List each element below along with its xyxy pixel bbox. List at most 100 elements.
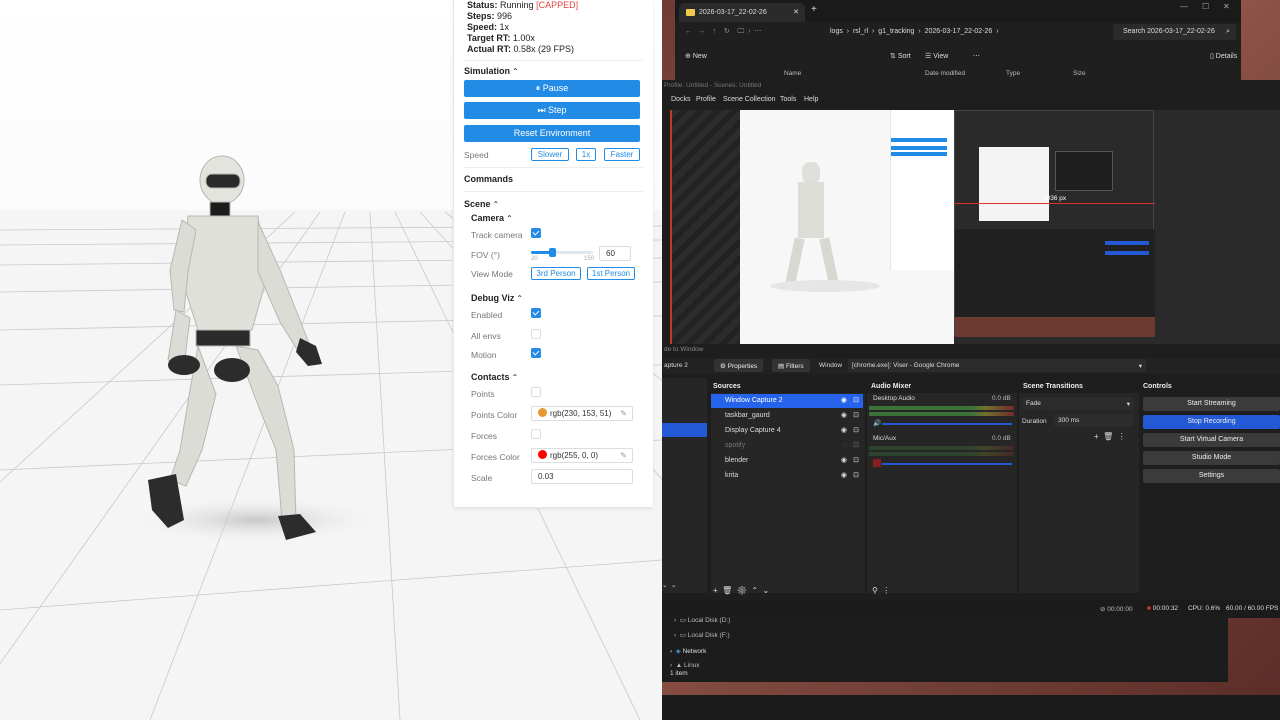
first-person-button[interactable]: 1st Person (587, 267, 635, 280)
source-item[interactable]: Display Capture 4 ◉ ⊡ (711, 424, 863, 438)
enabled-label: Enabled (471, 310, 503, 320)
camera-header[interactable]: Camera ⌃ (471, 213, 513, 223)
file-explorer-window: 2026-03-17_22-02-26 ✕ + — ☐ ✕ ← → ↑ ↻ 🖵 … (675, 0, 1241, 82)
pencil-icon: ✎ (620, 409, 627, 418)
scene-item-selected[interactable] (662, 423, 707, 437)
new-tab-icon[interactable]: + (811, 4, 817, 15)
menu-docks[interactable]: Docks (671, 93, 690, 107)
track-camera-checkbox[interactable] (531, 228, 541, 238)
col-name[interactable]: Name (784, 70, 801, 77)
settings-button[interactable]: Settings (1143, 469, 1280, 483)
source-item[interactable]: Window Capture 2 ◉ ⊡ (711, 394, 863, 408)
col-date-modified[interactable]: Date modified (925, 70, 965, 77)
nav-linux[interactable]: › ▲ Linux (670, 662, 700, 669)
mic-volume-slider[interactable] (882, 463, 1012, 465)
source-item[interactable]: spotify ◌ ⊡ (711, 439, 863, 453)
third-person-button[interactable]: 3rd Person (531, 267, 581, 280)
source-item[interactable]: blender ◉ ⊡ (711, 454, 863, 468)
lock-icon[interactable]: ⊡ (853, 394, 859, 408)
obs-preview[interactable]: 1036 px (670, 110, 1280, 344)
forces-checkbox[interactable] (531, 429, 541, 439)
motion-checkbox[interactable] (531, 348, 541, 358)
sources-toolbar[interactable]: + 🗑 ⚙ ⌃ ⌄ (713, 586, 769, 595)
view-button[interactable]: ☰ View (925, 47, 948, 67)
lock-icon[interactable]: ⊡ (853, 454, 859, 468)
menu-scene-collection[interactable]: Scene Collection (723, 93, 776, 107)
lock-icon[interactable]: ⊡ (853, 424, 859, 438)
nav-local-disk-d[interactable]: › ▭ Local Disk (D:) (674, 616, 730, 624)
maximize-icon[interactable]: ☐ (1202, 2, 1209, 11)
speaker-icon[interactable]: 🔊 (873, 419, 881, 427)
pause-button[interactable]: ⏸ Pause (464, 80, 640, 97)
lock-icon[interactable]: ⊡ (853, 439, 859, 453)
recording-timer: ■ 00:00:32 (1147, 605, 1179, 612)
fov-slider[interactable] (531, 248, 593, 257)
menu-help[interactable]: Help (804, 93, 818, 107)
menu-tools[interactable]: Tools (780, 93, 796, 107)
col-type[interactable]: Type (1006, 70, 1020, 77)
explorer-search-input[interactable]: Search 2026-03-17_22-02-26 ⌕ (1113, 24, 1236, 40)
source-item[interactable]: krita ◉ ⊡ (711, 469, 863, 483)
mixer-toolbar[interactable]: ⚲ ⋮ (872, 586, 890, 595)
more-icon[interactable]: ⋯ (973, 47, 980, 67)
transition-select[interactable]: Fade ▾ (1022, 397, 1134, 410)
speed-1x-button[interactable]: 1x (576, 148, 596, 161)
eye-icon[interactable]: ◉ (841, 409, 847, 423)
record-icon: ■ (1147, 605, 1151, 612)
faster-button[interactable]: Faster (604, 148, 640, 161)
eye-icon[interactable]: ◉ (841, 454, 847, 468)
start-streaming-button[interactable]: Start Streaming (1143, 397, 1280, 411)
scene-header[interactable]: Scene ⌃ (464, 199, 499, 209)
nav-local-disk-f[interactable]: › ▭ Local Disk (F:) (674, 631, 730, 639)
start-virtual-camera-button[interactable]: Start Virtual Camera (1143, 433, 1280, 447)
eye-icon[interactable]: ◉ (841, 424, 847, 438)
desktop-volume-slider[interactable] (882, 423, 1012, 425)
scene-dock-controls[interactable]: ⌄ ⌄ (662, 581, 677, 589)
lock-icon[interactable]: ⊡ (853, 409, 859, 423)
eye-off-icon[interactable]: ◌ (843, 439, 847, 453)
sort-button[interactable]: ⇅ Sort (890, 47, 911, 67)
fov-input[interactable]: 60 (599, 246, 631, 261)
eye-icon[interactable]: ◉ (841, 469, 847, 483)
stop-recording-button[interactable]: Stop Recording (1143, 415, 1280, 429)
source-item[interactable]: taskbar_gaurd ◉ ⊡ (711, 409, 863, 423)
simulation-header[interactable]: Simulation ⌃ (464, 66, 519, 76)
mic-muted-icon[interactable] (873, 459, 881, 467)
close-window-icon[interactable]: ✕ (1223, 2, 1230, 11)
all-envs-checkbox[interactable] (531, 329, 541, 339)
transition-toolbar[interactable]: + 🗑 ⋮ (1094, 432, 1126, 441)
nav-buttons[interactable]: ← → ↑ ↻ 🖵 › ⋯ (685, 24, 761, 40)
step-button[interactable]: ⏭ Step (464, 102, 640, 119)
forces-color-picker[interactable]: rgb(255, 0, 0) ✎ (531, 448, 633, 463)
reset-environment-button[interactable]: Reset Environment (464, 125, 640, 142)
window-select[interactable]: [chrome.exe]: Viser - Google Chrome ▾ (848, 359, 1146, 372)
lock-icon[interactable]: ⊡ (853, 469, 859, 483)
contacts-header[interactable]: Contacts ⌃ (471, 372, 518, 382)
viser-viewer[interactable]: Status: Running [CAPPED] Steps: 996 Spee… (0, 0, 662, 720)
source-properties-bar: apture 2 ⚙ Properties ▤ Filters Window [… (662, 358, 1280, 374)
eye-icon[interactable]: ◉ (841, 394, 847, 408)
scale-input[interactable]: 0.03 (531, 469, 633, 484)
robot-model (148, 155, 322, 540)
menu-profile[interactable]: Profile (696, 93, 716, 107)
debug-enabled-checkbox[interactable] (531, 308, 541, 318)
col-size[interactable]: Size (1073, 70, 1086, 77)
studio-mode-button[interactable]: Studio Mode (1143, 451, 1280, 465)
slower-button[interactable]: Slower (531, 148, 569, 161)
points-checkbox[interactable] (531, 387, 541, 397)
minimize-icon[interactable]: — (1180, 2, 1188, 11)
debug-viz-header[interactable]: Debug Viz ⌃ (471, 293, 523, 303)
commands-header[interactable]: Commands (464, 174, 513, 184)
duration-label: Duration (1022, 418, 1047, 425)
duration-input[interactable]: 300 ms (1054, 414, 1134, 427)
explorer-tab[interactable]: 2026-03-17_22-02-26 ✕ (679, 3, 805, 22)
filters-button[interactable]: ▤ Filters (772, 359, 810, 372)
nav-network[interactable]: › ◈ Network (670, 647, 706, 655)
breadcrumb[interactable]: logs › rsl_rl › g1_tracking › 2026-03-17… (830, 24, 999, 40)
chevron-down-icon: ▾ (1138, 363, 1142, 370)
close-icon[interactable]: ✕ (793, 3, 799, 22)
details-button[interactable]: ▯ Details (1210, 47, 1237, 67)
new-button[interactable]: ⊕ New (685, 47, 707, 67)
properties-button[interactable]: ⚙ Properties (714, 359, 764, 372)
points-color-picker[interactable]: rgb(230, 153, 51) ✎ (531, 406, 633, 421)
